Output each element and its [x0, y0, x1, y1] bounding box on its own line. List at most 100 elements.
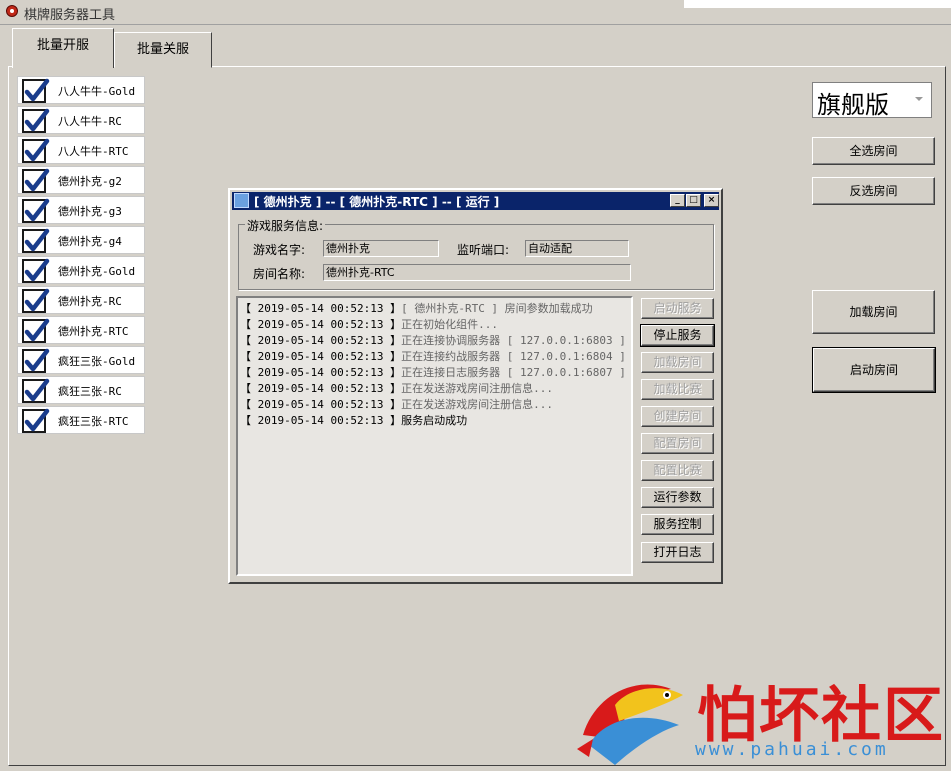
group-title: 游戏服务信息:: [245, 217, 326, 234]
checkbox[interactable]: [22, 348, 50, 373]
log-message: 正在初始化组件...: [401, 318, 498, 331]
checkbox[interactable]: [22, 138, 50, 163]
window-titlebar: 棋牌服务器工具: [0, 0, 951, 25]
checkmark-icon: [24, 378, 50, 402]
checkmark-icon: [24, 408, 50, 432]
log-line: 【 2019-05-14 00:52:13 】[ 德州扑克-RTC ] 房间参数…: [240, 300, 593, 316]
checkbox[interactable]: [22, 198, 50, 223]
service-button[interactable]: 停止服务: [640, 324, 715, 347]
window-title: 棋牌服务器工具: [24, 8, 116, 23]
checkbox[interactable]: [22, 78, 50, 103]
service-button[interactable]: 配置房间: [641, 433, 714, 454]
room-checkbox-item[interactable]: 德州扑克-Gold: [17, 256, 145, 284]
room-checkbox-item[interactable]: 疯狂三张-RC: [17, 376, 145, 404]
checkmark-icon: [24, 288, 50, 312]
maximize-button[interactable]: □: [686, 194, 701, 207]
log-line: 【 2019-05-14 00:52:13 】正在发送游戏房间注册信息...: [240, 380, 553, 396]
dialog-titlebar[interactable]: [ 德州扑克 ] -- [ 德州扑克-RTC ] -- [ 运行 ] _ □ ×: [232, 192, 719, 210]
room-label: 疯狂三张-RC: [58, 385, 122, 398]
edition-dropdown[interactable]: 旗舰版: [812, 82, 932, 119]
log-area[interactable]: 【 2019-05-14 00:52:13 】[ 德州扑克-RTC ] 房间参数…: [236, 296, 633, 576]
fish-logo-icon: [577, 684, 683, 765]
room-checkbox-item[interactable]: 德州扑克-g3: [17, 196, 145, 224]
minimize-button[interactable]: _: [670, 194, 685, 207]
checkbox[interactable]: [22, 288, 50, 313]
checkmark-icon: [24, 78, 50, 102]
checkbox[interactable]: [22, 378, 50, 403]
room-checkbox-item[interactable]: 德州扑克-RC: [17, 286, 145, 314]
room-label: 德州扑克-RTC: [58, 325, 129, 338]
log-line: 【 2019-05-14 00:52:13 】正在初始化组件...: [240, 316, 498, 332]
log-line: 【 2019-05-14 00:52:13 】正在连接约战服务器 [ 127.0…: [240, 348, 626, 364]
edition-value: 旗舰版: [817, 91, 889, 119]
log-timestamp: 【 2019-05-14 00:52:13 】: [240, 382, 402, 395]
room-checkbox-item[interactable]: 八人牛牛-RTC: [17, 136, 145, 164]
game-name-label: 游戏名字:: [253, 243, 306, 257]
room-checkbox-item[interactable]: 疯狂三张-RTC: [17, 406, 145, 434]
log-timestamp: 【 2019-05-14 00:52:13 】: [240, 366, 402, 379]
tab-batch-stop[interactable]: 批量关服: [114, 32, 212, 68]
checkbox[interactable]: [22, 258, 50, 283]
service-button[interactable]: 启动服务: [641, 298, 714, 319]
chevron-down-icon[interactable]: [915, 97, 923, 101]
game-name-field[interactable]: 德州扑克: [323, 240, 439, 257]
log-line: 【 2019-05-14 00:52:13 】服务启动成功: [240, 412, 467, 428]
checkmark-icon: [24, 168, 50, 192]
checkbox[interactable]: [22, 108, 50, 133]
select-all-rooms-button[interactable]: 全选房间: [812, 137, 935, 165]
log-timestamp: 【 2019-05-14 00:52:13 】: [240, 318, 402, 331]
room-label: 德州扑克-Gold: [58, 265, 136, 278]
log-message: 正在发送游戏房间注册信息...: [401, 382, 553, 395]
checkmark-icon: [24, 228, 50, 252]
service-button[interactable]: 打开日志: [641, 542, 714, 563]
log-timestamp: 【 2019-05-14 00:52:13 】: [240, 414, 402, 427]
log-line: 【 2019-05-14 00:52:13 】正在连接协调服务器 [ 127.0…: [240, 332, 626, 348]
tab-batch-start[interactable]: 批量开服: [12, 28, 114, 68]
titlebar-blank-area: [684, 0, 951, 8]
service-button[interactable]: 配置比赛: [641, 460, 714, 481]
log-timestamp: 【 2019-05-14 00:52:13 】: [240, 334, 402, 347]
room-label: 德州扑克-RC: [58, 295, 122, 308]
log-message: 正在连接协调服务器 [ 127.0.0.1:6803 ]: [401, 334, 626, 347]
room-checkbox-item[interactable]: 疯狂三张-Gold: [17, 346, 145, 374]
room-label: 八人牛牛-RC: [58, 115, 122, 128]
load-rooms-button[interactable]: 加载房间: [812, 290, 935, 334]
room-label: 德州扑克-g3: [58, 205, 122, 218]
checkbox[interactable]: [22, 168, 50, 193]
service-button[interactable]: 服务控制: [641, 514, 714, 535]
room-checkbox-item[interactable]: 德州扑克-g4: [17, 226, 145, 254]
app-icon: [6, 5, 18, 17]
room-label: 德州扑克-g2: [58, 175, 122, 188]
start-rooms-button[interactable]: 启动房间: [812, 347, 936, 393]
room-checkbox-item[interactable]: 德州扑克-g2: [17, 166, 145, 194]
room-label: 疯狂三张-Gold: [58, 355, 136, 368]
checkbox[interactable]: [22, 228, 50, 253]
checkbox[interactable]: [22, 318, 50, 343]
room-label: 八人牛牛-Gold: [58, 85, 136, 98]
close-button[interactable]: ×: [704, 194, 719, 207]
log-message: 正在连接日志服务器 [ 127.0.0.1:6807 ]: [401, 366, 626, 379]
checkmark-icon: [24, 108, 50, 132]
service-button[interactable]: 运行参数: [641, 487, 714, 508]
checkmark-icon: [24, 318, 50, 342]
room-checkbox-item[interactable]: 八人牛牛-Gold: [17, 76, 145, 104]
log-timestamp: 【 2019-05-14 00:52:13 】: [240, 398, 402, 411]
server-icon: [234, 193, 249, 208]
checkmark-icon: [24, 198, 50, 222]
room-name-field[interactable]: 德州扑克-RTC: [323, 264, 631, 281]
room-label: 德州扑克-g4: [58, 235, 122, 248]
log-line: 【 2019-05-14 00:52:13 】正在连接日志服务器 [ 127.0…: [240, 364, 626, 380]
log-line: 【 2019-05-14 00:52:13 】正在发送游戏房间注册信息...: [240, 396, 553, 412]
room-checkbox-item[interactable]: 八人牛牛-RC: [17, 106, 145, 134]
game-service-info-group: 游戏服务信息: 游戏名字: 德州扑克 监听端口: 自动适配 房间名称: 德州扑克…: [238, 217, 714, 290]
service-button[interactable]: 加载比赛: [641, 379, 714, 400]
log-timestamp: 【 2019-05-14 00:52:13 】: [240, 350, 402, 363]
service-button[interactable]: 加载房间: [641, 352, 714, 373]
room-label: 八人牛牛-RTC: [58, 145, 129, 158]
service-button[interactable]: 创建房间: [641, 406, 714, 427]
checkbox[interactable]: [22, 408, 50, 433]
room-checkbox-item[interactable]: 德州扑克-RTC: [17, 316, 145, 344]
checkmark-icon: [24, 138, 50, 162]
port-field[interactable]: 自动适配: [525, 240, 629, 257]
invert-select-rooms-button[interactable]: 反选房间: [812, 177, 935, 205]
